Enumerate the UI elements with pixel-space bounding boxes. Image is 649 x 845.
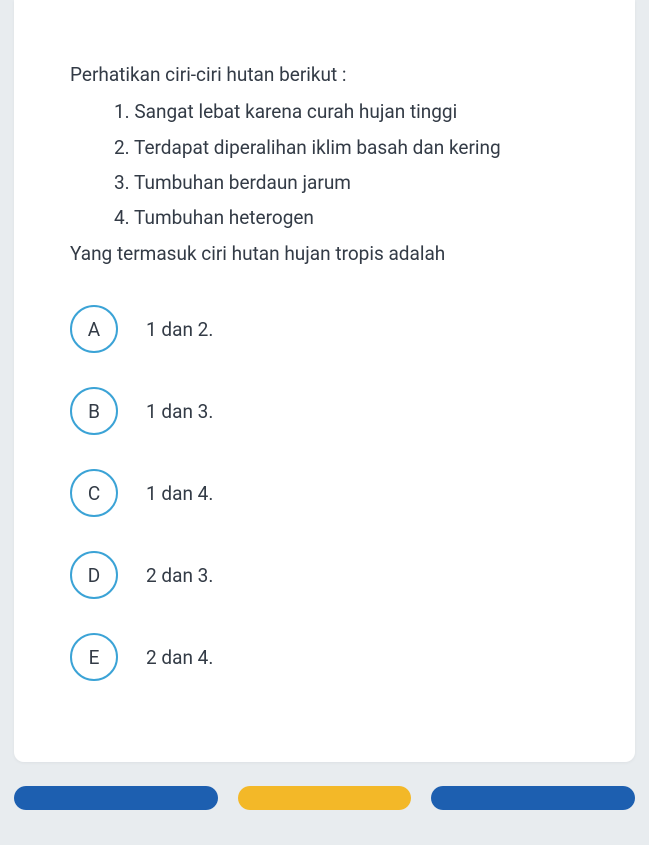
question-card: Perhatikan ciri-ciri hutan berikut : 1. … xyxy=(14,0,635,762)
option-letter-bubble: C xyxy=(70,469,118,517)
option-text: 1 dan 3. xyxy=(146,400,213,423)
option-letter-bubble: A xyxy=(70,305,118,353)
option-text: 1 dan 2. xyxy=(146,318,213,341)
option-text: 2 dan 4. xyxy=(146,646,213,669)
question-closing: Yang termasuk ciri hutan hujan tropis ad… xyxy=(70,239,579,269)
option-letter-bubble: E xyxy=(70,633,118,681)
option-letter-bubble: B xyxy=(70,387,118,435)
option-letter: B xyxy=(88,400,100,423)
question-intro: Perhatikan ciri-ciri hutan berikut : xyxy=(70,60,579,90)
option-letter: A xyxy=(88,318,100,341)
option-b[interactable]: B 1 dan 3. xyxy=(70,387,579,435)
mark-button[interactable] xyxy=(238,786,411,810)
option-letter: D xyxy=(88,564,100,587)
option-e[interactable]: E 2 dan 4. xyxy=(70,633,579,681)
prev-button[interactable] xyxy=(14,786,218,810)
list-item: 1. Sangat lebat karena curah hujan tingg… xyxy=(114,94,579,129)
option-letter: C xyxy=(88,482,100,505)
list-item: 2. Terdapat diperalihan iklim basah dan … xyxy=(114,130,579,165)
option-c[interactable]: C 1 dan 4. xyxy=(70,469,579,517)
option-d[interactable]: D 2 dan 3. xyxy=(70,551,579,599)
option-letter: E xyxy=(89,646,100,669)
list-item: 4. Tumbuhan heterogen xyxy=(114,200,579,235)
nav-bar xyxy=(0,762,649,810)
option-text: 1 dan 4. xyxy=(146,482,213,505)
option-a[interactable]: A 1 dan 2. xyxy=(70,305,579,353)
option-text: 2 dan 3. xyxy=(146,564,213,587)
next-button[interactable] xyxy=(431,786,635,810)
list-item: 3. Tumbuhan berdaun jarum xyxy=(114,165,579,200)
question-list: 1. Sangat lebat karena curah hujan tingg… xyxy=(70,94,579,235)
option-letter-bubble: D xyxy=(70,551,118,599)
options-group: A 1 dan 2. B 1 dan 3. C 1 dan 4. D 2 dan… xyxy=(70,305,579,681)
